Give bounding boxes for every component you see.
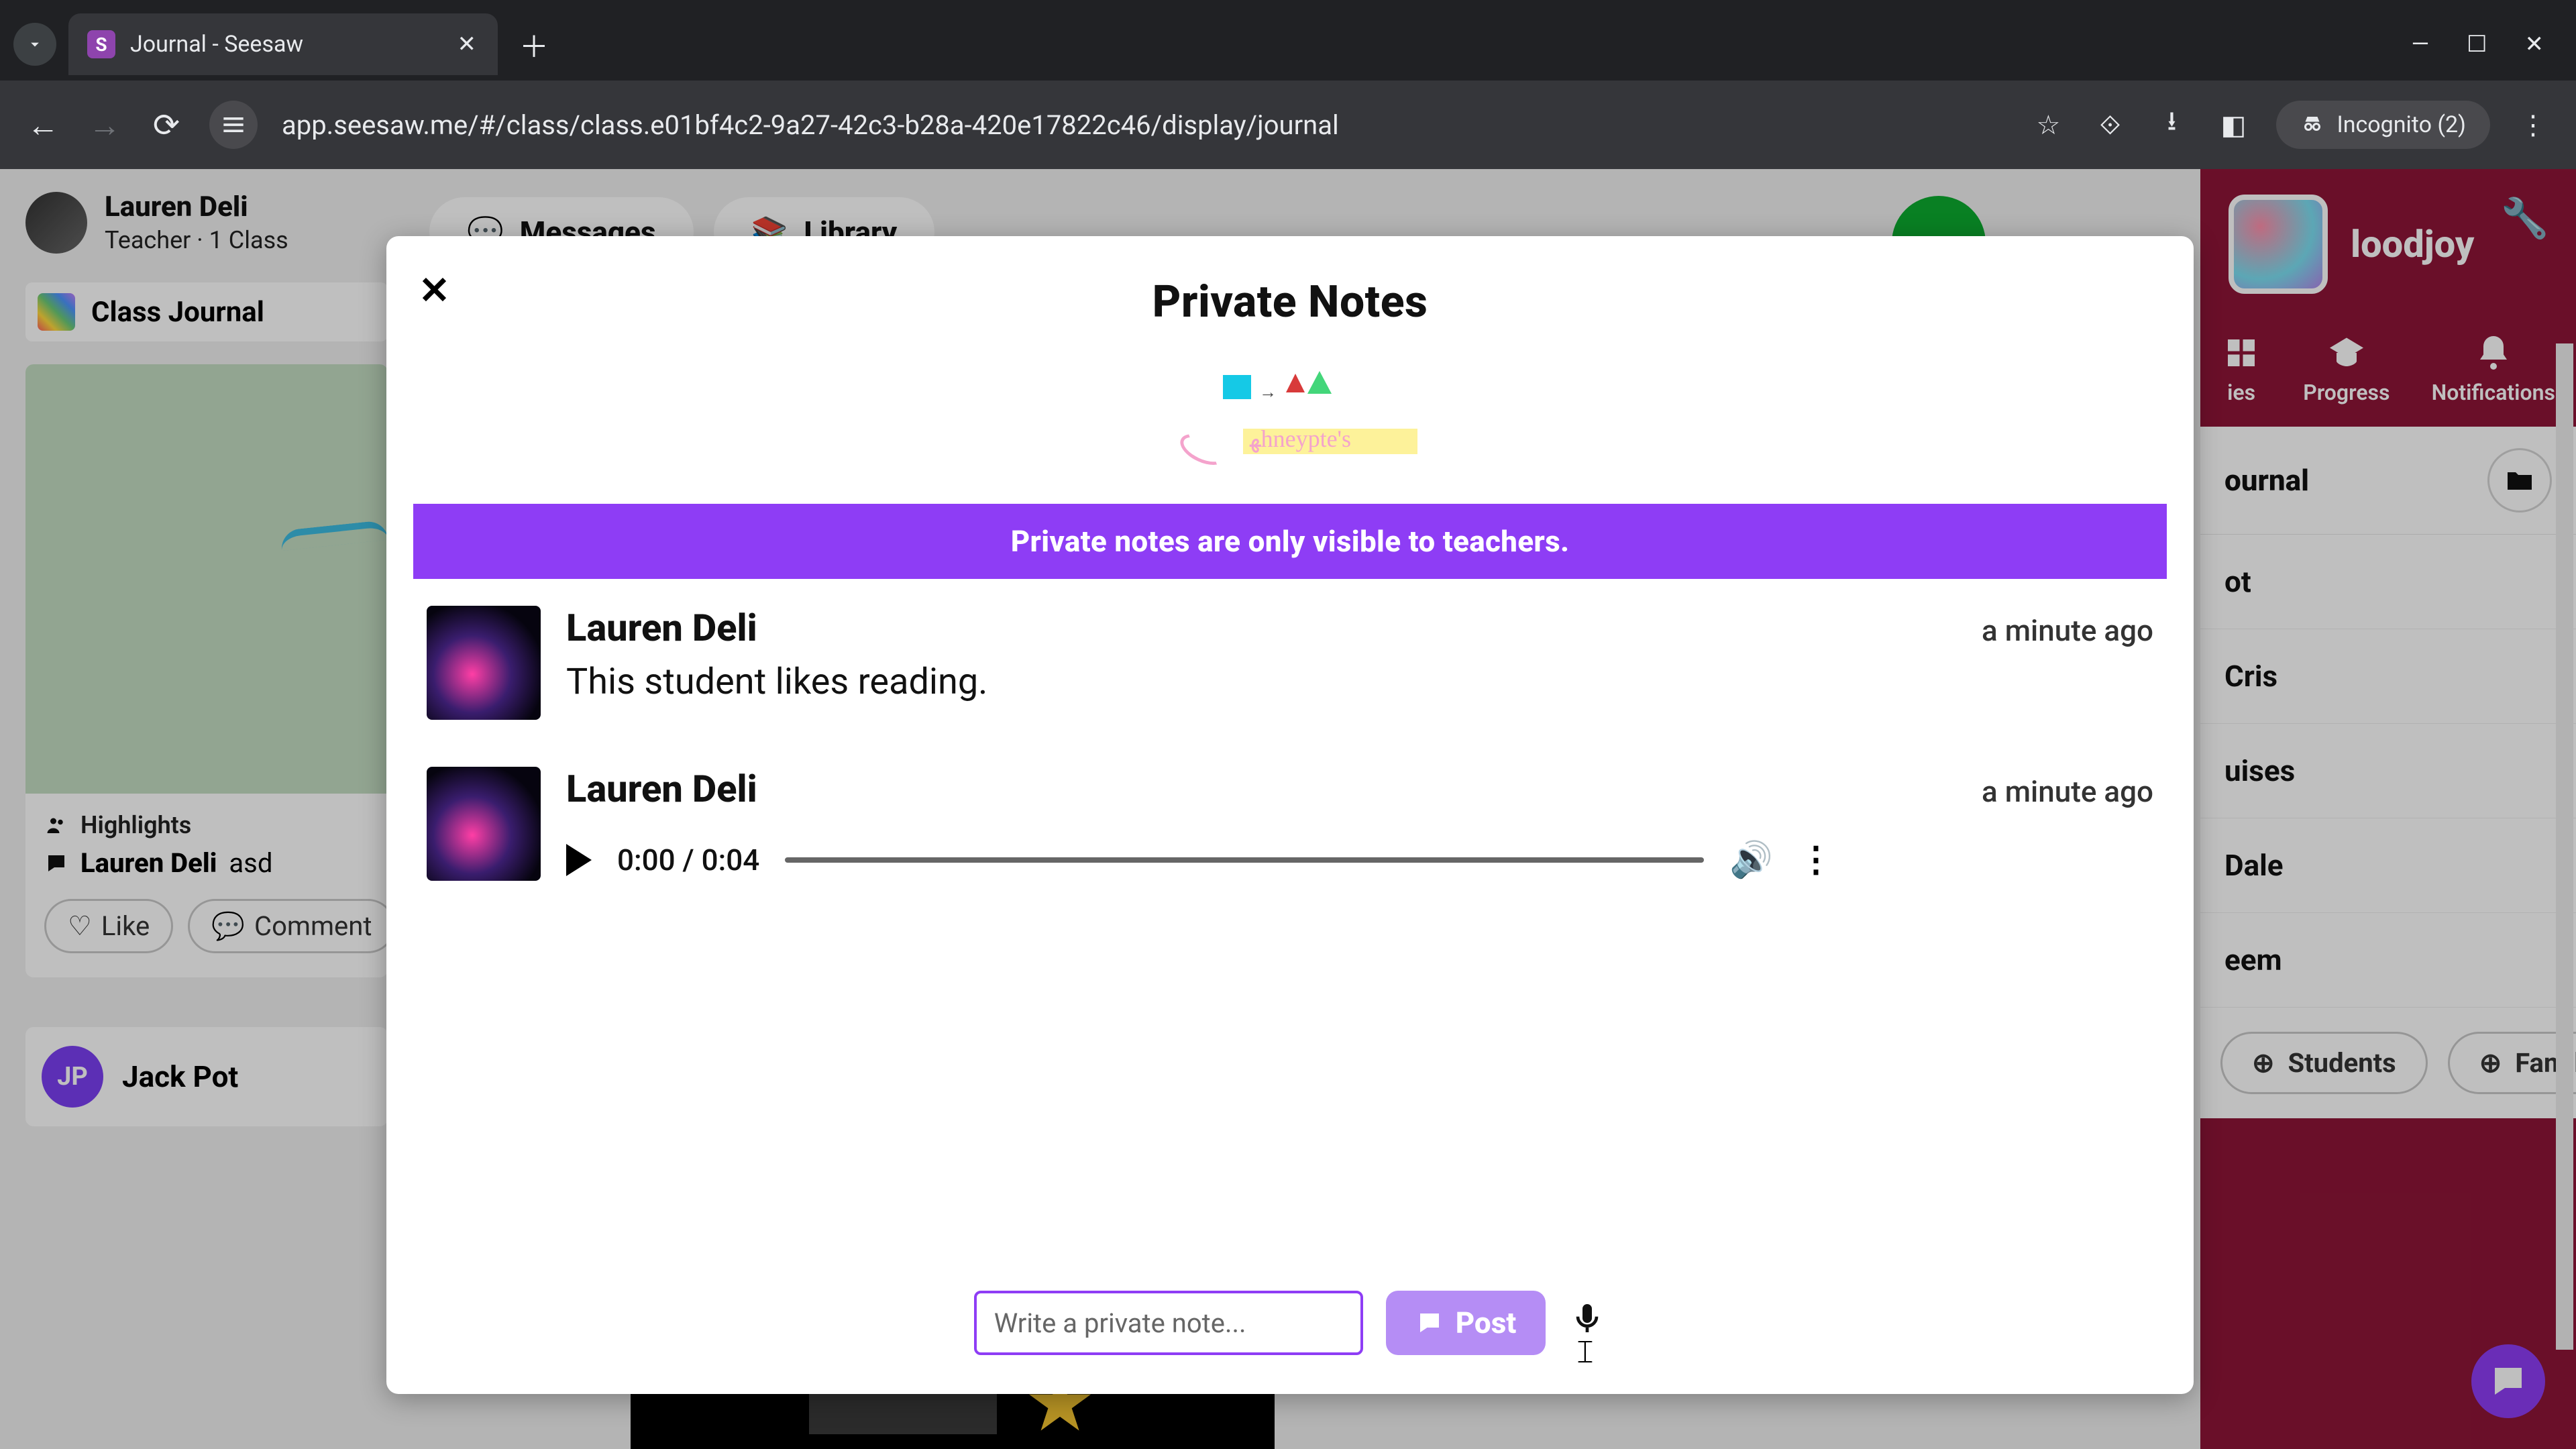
modal-close-button[interactable]: ✕ [419,268,450,313]
private-note: Lauren Deli a minute ago 0:00 / 0:04 🔊 ⋮ [427,767,2153,881]
bookmark-star-icon[interactable]: ☆ [2029,109,2067,141]
volume-icon[interactable]: 🔊 [1729,839,1773,880]
incognito-label: Incognito (2) [2337,111,2466,138]
audio-player: 0:00 / 0:04 🔊 ⋮ [566,839,2153,880]
window-maximize-icon[interactable]: ☐ [2467,31,2487,58]
note-author-avatar [427,767,541,881]
window-close-icon[interactable]: ✕ [2525,31,2544,58]
modal-title: Private Notes [386,276,2194,328]
incognito-indicator[interactable]: Incognito (2) [2276,101,2490,149]
tab-title: Journal - Seesaw [130,31,443,58]
speech-bubble-icon [1415,1309,1444,1337]
post-button-label: Post [1456,1305,1517,1340]
tabs-dropdown-button[interactable] [13,23,56,66]
modal-footer: Post [386,1258,2194,1394]
note-timestamp: a minute ago [1982,613,2153,648]
reload-button[interactable]: ⟳ [148,106,185,144]
browser-toolbar: ← → ⟳ app.seesaw.me/#/class/class.e01bf4… [0,80,2576,169]
private-notes-modal: ✕ Private Notes → ﻬhneypte's Private not… [386,236,2194,1394]
note-author-name: Lauren Deli [566,606,757,650]
audio-seek-bar[interactable] [785,857,1704,863]
address-bar[interactable]: app.seesaw.me/#/class/class.e01bf4c2-9a2… [282,109,2005,141]
audio-menu-button[interactable]: ⋮ [1799,839,1833,880]
browser-tab[interactable]: S Journal - Seesaw ✕ [68,13,498,75]
window-minimize-icon[interactable]: — [2411,31,2429,58]
site-info-button[interactable] [209,101,258,149]
microphone-icon [1568,1299,1606,1337]
note-timestamp: a minute ago [1982,774,2153,809]
private-note: Lauren Deli a minute ago This student li… [427,606,2153,720]
text-cursor-icon: 𝙸 [1574,1332,1597,1371]
browser-tab-strip: S Journal - Seesaw ✕ ＋ — ☐ ✕ [0,0,2576,80]
side-panel-icon[interactable]: ◧ [2214,109,2252,141]
note-text: This student likes reading. [566,661,2153,703]
browser-menu-icon[interactable]: ⋮ [2514,109,2552,141]
private-note-input[interactable] [974,1291,1363,1355]
new-tab-button[interactable]: ＋ [519,23,549,66]
notes-list: Lauren Deli a minute ago This student li… [386,579,2194,1258]
downloads-icon[interactable]: ⭳ [2153,102,2190,148]
back-button[interactable]: ← [24,106,62,144]
audio-duration: 0:04 [702,843,760,877]
note-artwork-thumbnail: → ﻬhneypte's [1149,371,1431,472]
extensions-icon[interactable]: ⟐ [2091,109,2129,141]
forward-button[interactable]: → [86,106,123,144]
post-note-button[interactable]: Post [1386,1291,1546,1355]
audio-current-time: 0:00 [617,843,676,877]
audio-time-display: 0:00 / 0:04 [617,843,759,877]
play-button[interactable] [566,844,592,876]
note-author-avatar [427,606,541,720]
tab-favicon: S [87,30,115,58]
note-author-name: Lauren Deli [566,767,757,811]
tab-close-icon[interactable]: ✕ [458,31,477,58]
visibility-banner: Private notes are only visible to teache… [413,504,2167,579]
